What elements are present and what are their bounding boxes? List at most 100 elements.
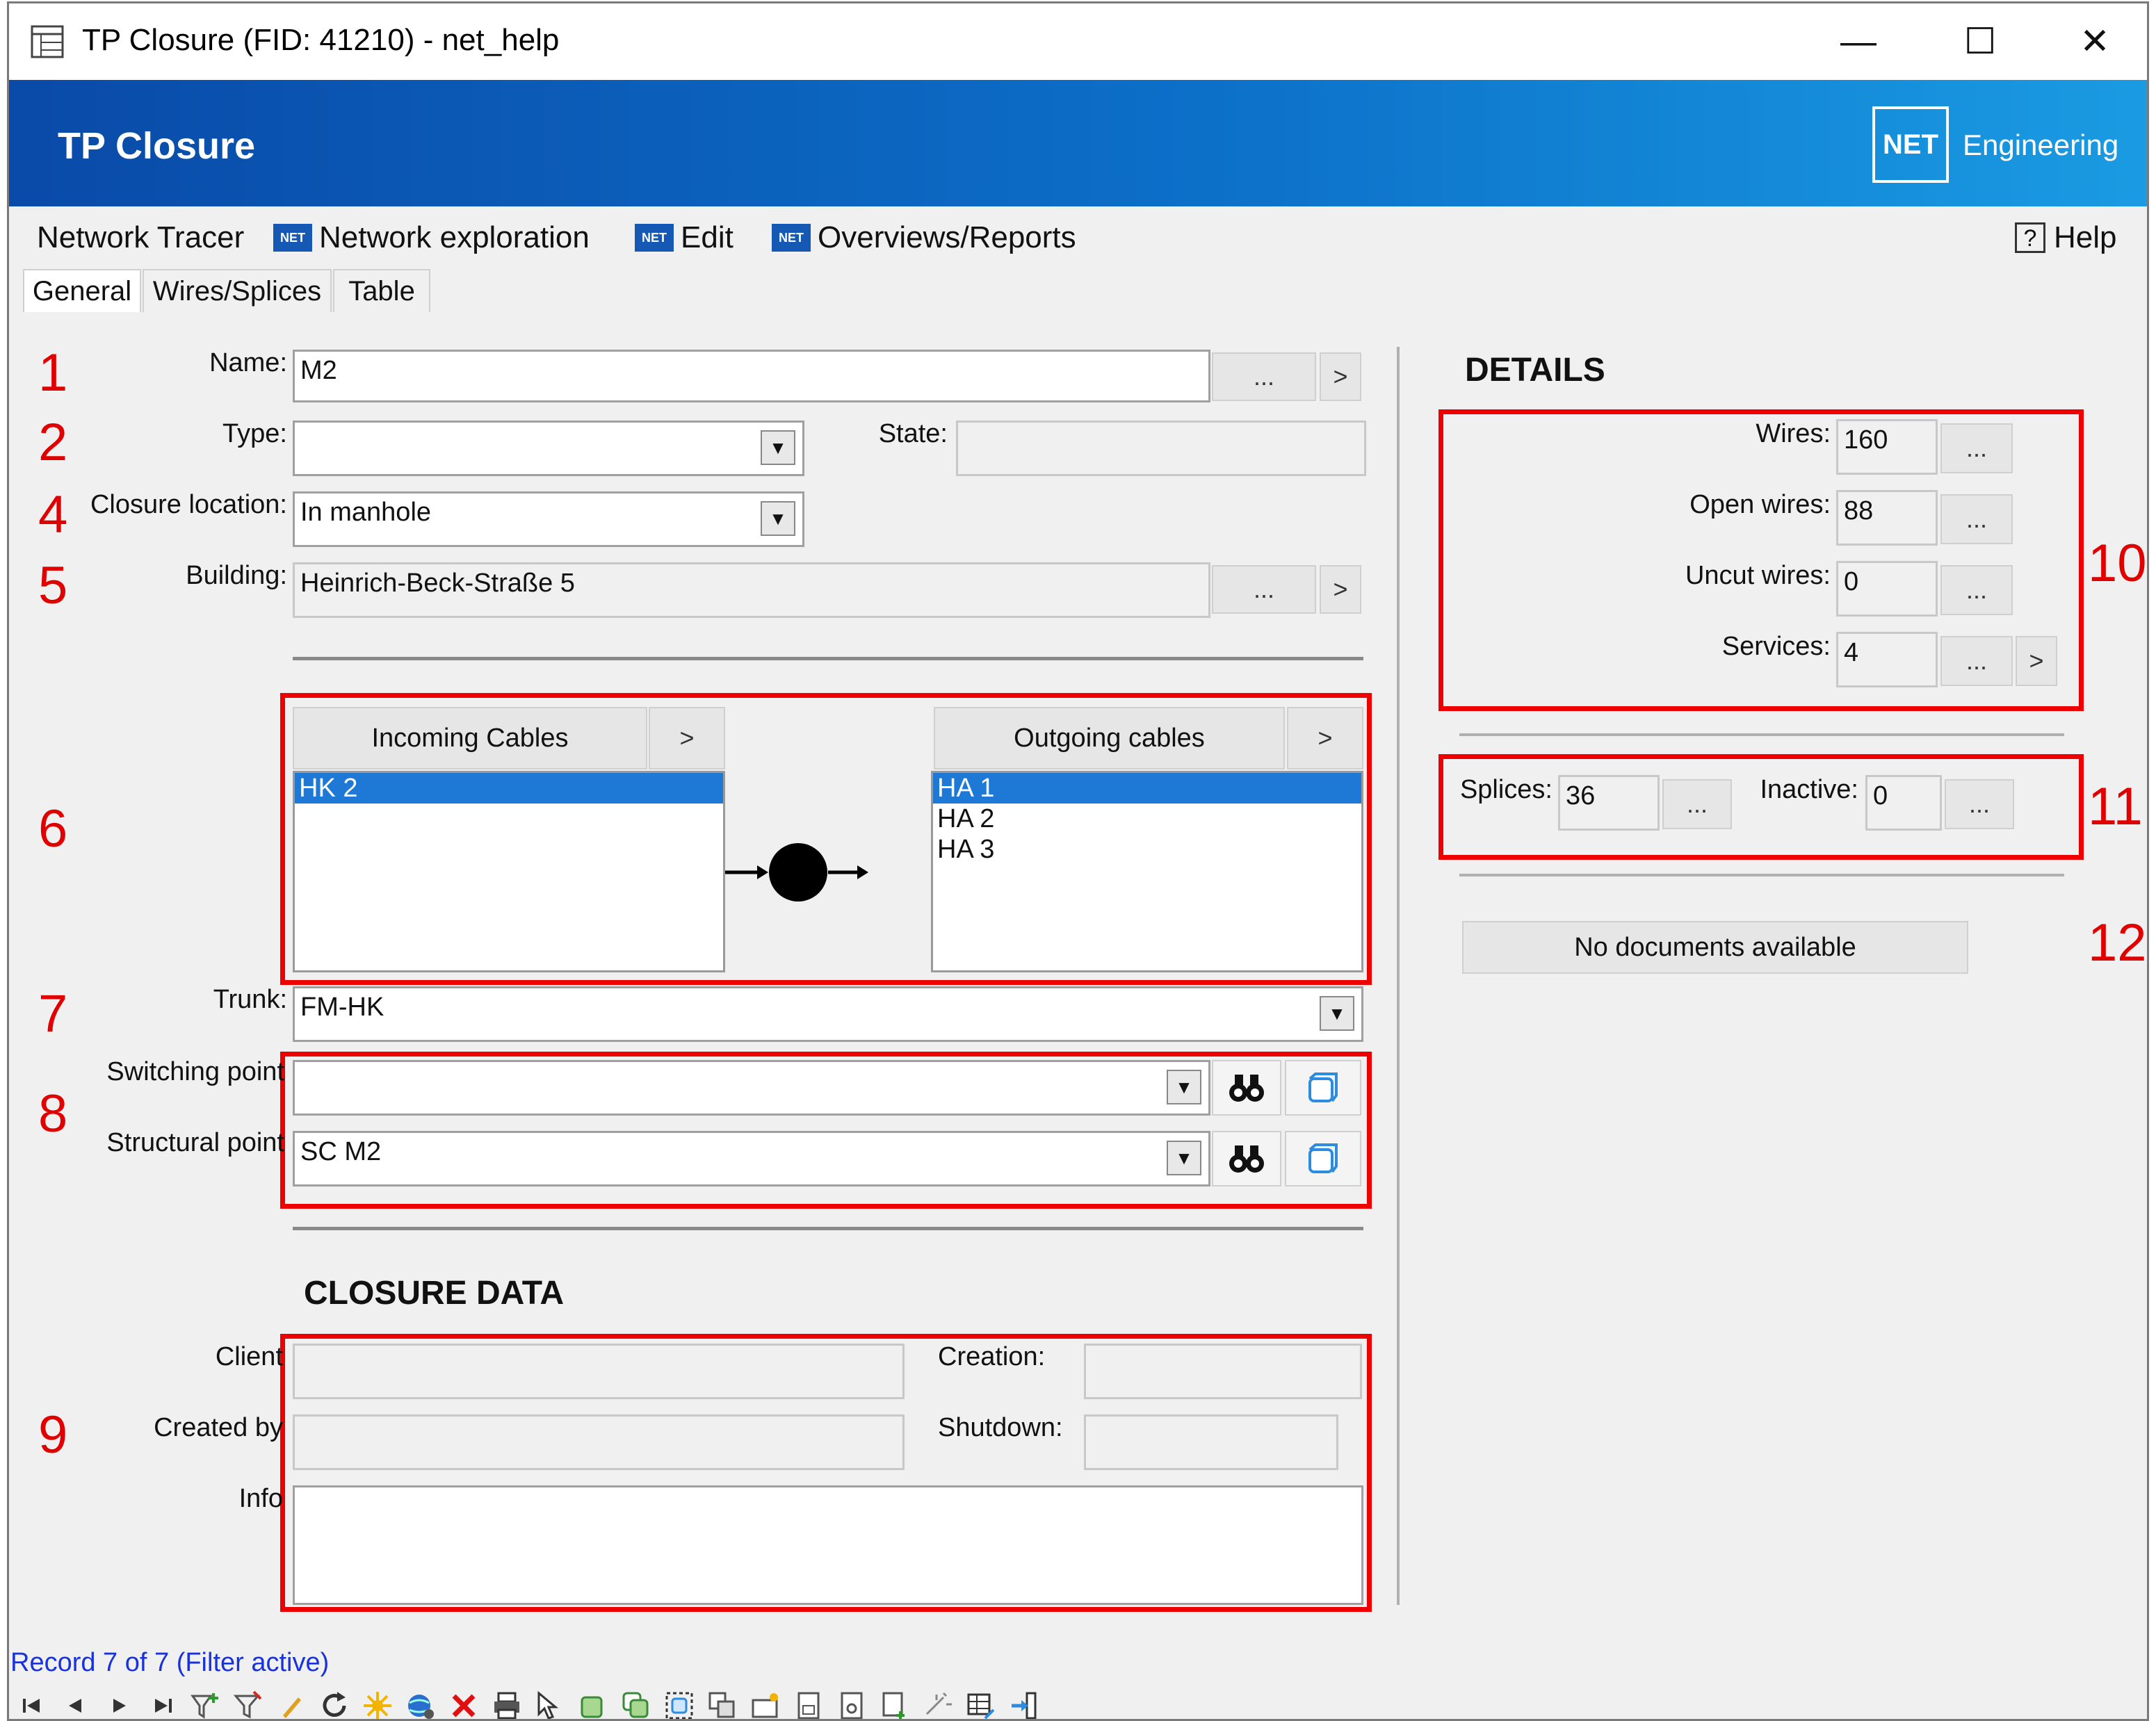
wires-field[interactable]: 160 [1836,419,1938,475]
menu-network-tracer[interactable]: Network Tracer [37,220,244,255]
delete-icon[interactable] [447,1689,480,1719]
trunk-select[interactable]: FM-HK ▼ [293,986,1363,1042]
layer-icon[interactable] [576,1689,610,1719]
maximize-button[interactable]: ☐ [1952,17,2008,66]
trunk-value: FM-HK [300,993,384,1022]
switching-point-label: Switching point [106,1057,284,1086]
list-item[interactable]: HA 2 [933,804,1361,834]
state-label: State: [878,419,948,448]
last-record-icon[interactable] [145,1689,179,1719]
inactive-browse-button[interactable]: ... [1945,779,2014,829]
name-browse-button[interactable]: ... [1212,352,1316,401]
menu-help[interactable]: ? Help [2015,220,2117,255]
frame-icon[interactable] [663,1689,696,1719]
next-record-icon[interactable] [102,1689,136,1719]
exit-icon[interactable] [1007,1689,1041,1719]
services-open-button[interactable]: > [2016,636,2057,686]
menu-help-label: Help [2054,220,2117,254]
services-field[interactable]: 4 [1836,632,1938,687]
list-item[interactable]: HA 1 [933,773,1361,804]
sparkle-icon[interactable] [921,1689,955,1719]
uncut-wires-browse-button[interactable]: ... [1940,565,2013,615]
switching-point-open-button[interactable] [1285,1060,1361,1116]
chevron-down-icon[interactable]: ▼ [1167,1070,1201,1104]
title-bar: TP Closure (FID: 41210) - net_help — ☐ ✕ [9,3,2147,80]
new-star-icon[interactable] [361,1689,394,1719]
report-icon[interactable] [792,1689,825,1719]
building-field[interactable]: Heinrich-Beck-Straße 5 [293,562,1210,618]
chevron-down-icon[interactable]: ▼ [761,430,795,465]
splices-field[interactable]: 36 [1558,775,1660,831]
divider [293,657,1363,660]
window-title: TP Closure (FID: 41210) - net_help [82,23,560,57]
incoming-cables-open-button[interactable]: > [649,707,725,769]
created-by-field[interactable] [293,1414,905,1470]
copy-layer-icon[interactable] [619,1689,653,1719]
divider [293,1227,1363,1230]
name-open-button[interactable]: > [1320,352,1361,401]
info-textarea[interactable] [293,1485,1363,1605]
minimize-button[interactable]: — [1831,17,1886,66]
edit-pencil-icon[interactable] [275,1689,308,1719]
tab-wires-splices[interactable]: Wires/Splices [143,269,332,312]
first-record-icon[interactable] [16,1689,49,1719]
inactive-field[interactable]: 0 [1865,775,1942,831]
outgoing-cables-button[interactable]: Outgoing cables [934,707,1285,769]
name-label: Name: [209,348,287,377]
menu-overviews-reports[interactable]: NET Overviews/Reports [772,220,1076,255]
splices-browse-button[interactable]: ... [1662,779,1732,829]
uncut-wires-field[interactable]: 0 [1836,561,1938,617]
structural-point-select[interactable]: SC M2 ▼ [293,1131,1210,1186]
incoming-cables-list[interactable]: HK 2 [293,771,725,972]
net-icon: NET [273,224,312,252]
name-field[interactable]: M2 [293,350,1210,402]
export-icon[interactable] [878,1689,911,1719]
structural-point-locate-button[interactable] [1212,1131,1281,1186]
wires-browse-button[interactable]: ... [1940,423,2013,473]
building-browse-button[interactable]: ... [1212,565,1316,614]
state-field[interactable] [956,421,1366,476]
menu-edit[interactable]: NET Edit [635,220,733,255]
doc-icon[interactable] [835,1689,868,1719]
callout-2: 2 [38,413,68,472]
switching-point-locate-button[interactable] [1212,1060,1281,1116]
type-select[interactable]: ▼ [293,421,804,476]
globe-icon[interactable] [404,1689,437,1719]
list-item[interactable]: HK 2 [295,773,723,804]
close-button[interactable]: ✕ [2067,17,2123,66]
callout-1: 1 [38,343,68,402]
structural-point-open-button[interactable] [1285,1131,1361,1186]
filter-add-icon[interactable] [188,1689,222,1719]
callout-6: 6 [38,799,68,858]
tab-general[interactable]: General [23,269,141,312]
documents-button[interactable]: No documents available [1462,921,1968,974]
building-open-button[interactable]: > [1320,565,1361,614]
tab-table[interactable]: Table [333,269,430,312]
services-browse-button[interactable]: ... [1940,636,2013,686]
shutdown-field[interactable] [1084,1414,1338,1470]
table-edit-icon[interactable] [964,1689,998,1719]
list-item[interactable]: HA 3 [933,834,1361,865]
folder-star-icon[interactable] [749,1689,782,1719]
closure-location-select[interactable]: In manhole ▼ [293,491,804,547]
select-cursor-icon[interactable] [533,1689,567,1719]
prev-record-icon[interactable] [59,1689,92,1719]
filter-icon[interactable] [232,1689,265,1719]
open-wires-field[interactable]: 88 [1836,490,1938,546]
divider [1459,733,2064,736]
outgoing-cables-list[interactable]: HA 1 HA 2 HA 3 [931,771,1363,972]
chevron-down-icon[interactable]: ▼ [1320,996,1354,1031]
incoming-cables-button[interactable]: Incoming Cables [293,707,647,769]
open-wires-browse-button[interactable]: ... [1940,494,2013,544]
duplicate-icon[interactable] [706,1689,739,1719]
chevron-down-icon[interactable]: ▼ [1167,1141,1201,1175]
refresh-icon[interactable] [318,1689,351,1719]
creation-field[interactable] [1084,1344,1362,1399]
chevron-down-icon[interactable]: ▼ [761,501,795,536]
menu-network-exploration[interactable]: NET Network exploration [273,220,590,255]
client-field[interactable] [293,1344,905,1399]
print-icon[interactable] [490,1689,524,1719]
outgoing-cables-open-button[interactable]: > [1287,707,1363,769]
callout-10: 10 [2088,534,2147,593]
switching-point-select[interactable]: ▼ [293,1060,1210,1116]
